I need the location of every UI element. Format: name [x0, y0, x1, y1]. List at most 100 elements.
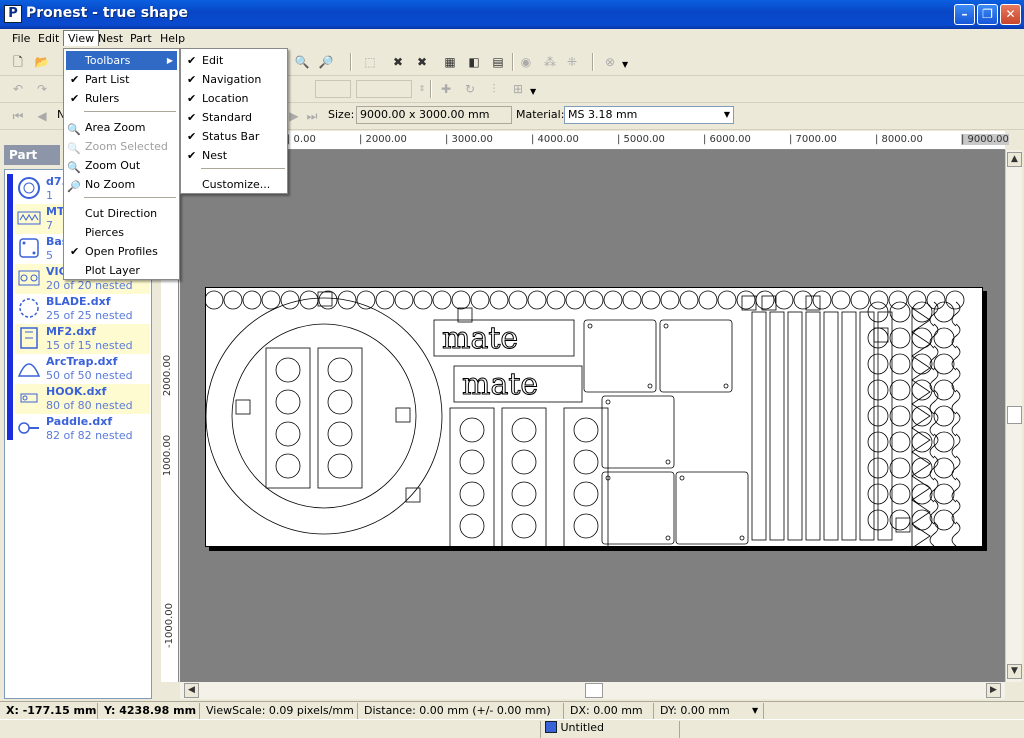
vertical-scroll-thumb[interactable] — [1007, 406, 1022, 424]
checkmark-icon: ✔ — [187, 130, 197, 143]
view-menu-item-pierces[interactable]: Pierces — [66, 223, 177, 242]
checkmark-icon: ✔ — [187, 92, 197, 105]
redo-icon[interactable]: ↷ — [32, 79, 52, 99]
chevron-down-icon[interactable]: ▼ — [530, 87, 536, 96]
mirror-icon[interactable]: ◧ — [464, 52, 484, 72]
horizontal-scrollbar[interactable]: ◀ ▶ — [180, 682, 1005, 699]
horizontal-scroll-thumb[interactable] — [585, 683, 603, 698]
delete-all-icon[interactable]: ✖ — [412, 52, 432, 72]
location-y-field[interactable] — [356, 80, 412, 98]
hook-part — [929, 521, 939, 547]
menu-item-label: Standard — [202, 111, 253, 124]
view-menu-item-no-zoom[interactable]: No Zoom 🔎 — [66, 175, 177, 194]
scroll-down-arrow[interactable]: ▼ — [1007, 664, 1022, 679]
toolbars-item-standard[interactable]: Standard ✔ — [183, 108, 285, 127]
view-menu-item-area-zoom[interactable]: Area Zoom 🔍 — [66, 118, 177, 137]
minimize-button[interactable]: – — [954, 4, 975, 25]
toolbars-item-edit[interactable]: Edit ✔ — [183, 51, 285, 70]
spin-icon[interactable]: ⇕ — [412, 79, 432, 99]
checkmark-icon: ✔ — [70, 92, 80, 105]
first-nest-icon[interactable]: ⏮ — [8, 106, 28, 126]
disabled-tool-icon: ◉ — [520, 55, 532, 69]
part-list-item[interactable]: HOOK.dxf 80 of 80 nested — [15, 384, 150, 414]
chevron-down-icon[interactable]: ▼ — [622, 60, 628, 69]
toolbars-item-location[interactable]: Location ✔ — [183, 89, 285, 108]
paddle-part — [889, 327, 911, 349]
snap-icon[interactable]: ⊞ — [508, 79, 528, 99]
arctrap-part — [911, 331, 931, 357]
menu-item-label: Open Profiles — [85, 245, 158, 258]
view-menu-item-cut-direction[interactable]: Cut Direction — [66, 204, 177, 223]
scroll-left-arrow[interactable]: ◀ — [184, 683, 199, 698]
toolbars-item-nest[interactable]: Nest ✔ — [183, 146, 285, 165]
scroll-up-arrow[interactable]: ▲ — [1007, 152, 1022, 167]
select-part-icon[interactable]: ⬚ — [360, 52, 380, 72]
paddle-part — [889, 353, 911, 375]
letter-shape — [275, 357, 301, 383]
paddle-part — [889, 483, 911, 505]
document-tab[interactable]: Untitled — [540, 721, 680, 738]
chevron-down-icon[interactable]: ▼ — [752, 706, 758, 715]
text-part-label: mate — [462, 367, 538, 402]
toolbars-item-status-bar[interactable]: Status Bar ✔ — [183, 127, 285, 146]
ruler-label: | 6000.00 — [703, 134, 751, 145]
part-nested-count: 20 of 20 nested — [46, 279, 133, 292]
menu-part[interactable]: Part — [126, 31, 156, 47]
part-list-item[interactable]: ArcTrap.dxf 50 of 50 nested — [15, 354, 150, 384]
view-menu-item-open-profiles[interactable]: Open Profiles ✔ — [66, 242, 177, 261]
letter-shape — [511, 481, 537, 507]
view-menu-item-toolbars[interactable]: Toolbars ▶ — [66, 51, 177, 70]
location-x-field[interactable] — [315, 80, 351, 98]
zoom-icon[interactable]: 🔍 — [292, 52, 312, 72]
open-folder-icon[interactable]: 📂 — [32, 52, 52, 72]
maximize-button[interactable]: ❐ — [977, 4, 998, 25]
move-icon[interactable]: ✚ — [436, 79, 456, 99]
align-icon[interactable]: ⫶ — [484, 79, 504, 99]
view-menu-item-plot-layer[interactable]: Plot Layer — [66, 261, 177, 280]
window-title: Pronest - true shape — [26, 5, 189, 21]
sequence-icon[interactable]: ▦ — [440, 52, 460, 72]
undo-icon[interactable]: ↶ — [8, 79, 28, 99]
close-button[interactable]: ✕ — [1000, 4, 1021, 25]
app-icon[interactable]: P — [4, 5, 22, 23]
hook-part — [951, 345, 961, 371]
view-menu-item-part-list[interactable]: Part List ✔ — [66, 70, 177, 89]
blade-part — [622, 290, 642, 310]
plate-part — [601, 471, 675, 545]
part-list-item[interactable]: Paddle.dxf 82 of 82 nested — [15, 414, 150, 444]
vertical-scrollbar[interactable]: ▲ ▼ — [1005, 150, 1022, 682]
checkmark-icon: ✔ — [70, 245, 80, 258]
arctrap-part — [911, 451, 931, 477]
part-list-item[interactable]: BLADE.dxf 25 of 25 nested — [15, 294, 150, 324]
blade-part — [451, 290, 471, 310]
part-list-header[interactable]: Part List — [4, 145, 60, 182]
new-file-icon[interactable]: 🗋 — [8, 52, 28, 72]
menu-help[interactable]: Help — [156, 31, 189, 47]
last-nest-icon[interactable]: ⏭ — [302, 106, 322, 126]
blade-part — [470, 290, 490, 310]
menu-item-label: Edit — [202, 54, 224, 67]
view-menu-item-rulers[interactable]: Rulers ✔ — [66, 89, 177, 108]
nest-sheet[interactable]: mate mate — [205, 287, 983, 548]
toolbars-item-customize[interactable]: Customize... — [183, 175, 285, 194]
rotate-icon[interactable]: ↻ — [460, 79, 480, 99]
nest-canvas[interactable]: mate mate — [180, 150, 1005, 682]
grid-icon: ⁂ — [544, 55, 556, 69]
array-icon[interactable]: ▤ — [488, 52, 508, 72]
toolbars-item-navigation[interactable]: Navigation ✔ — [183, 70, 285, 89]
menu-file[interactable]: File — [8, 31, 34, 47]
menu-edit[interactable]: Edit — [34, 31, 63, 47]
zoom-dropdown-icon[interactable]: 🔎 — [316, 52, 336, 72]
delete-part-icon[interactable]: ✖ — [388, 52, 408, 72]
menu-nest[interactable]: Nest — [94, 31, 127, 47]
document-icon — [545, 721, 557, 733]
view-menu-item-zoom-out[interactable]: Zoom Out 🔍 — [66, 156, 177, 175]
part-thumbnail-icon — [17, 176, 41, 200]
scroll-right-arrow[interactable]: ▶ — [986, 683, 1001, 698]
prev-nest-icon[interactable]: ◀ — [32, 106, 52, 126]
material-select[interactable]: MS 3.18 mm ▼ — [564, 106, 734, 124]
menu-item-label: Cut Direction — [85, 207, 158, 220]
small-plate-part — [741, 295, 757, 311]
part-thumbnail-icon — [17, 206, 41, 230]
part-list-item[interactable]: MF2.dxf 15 of 15 nested — [15, 324, 150, 354]
